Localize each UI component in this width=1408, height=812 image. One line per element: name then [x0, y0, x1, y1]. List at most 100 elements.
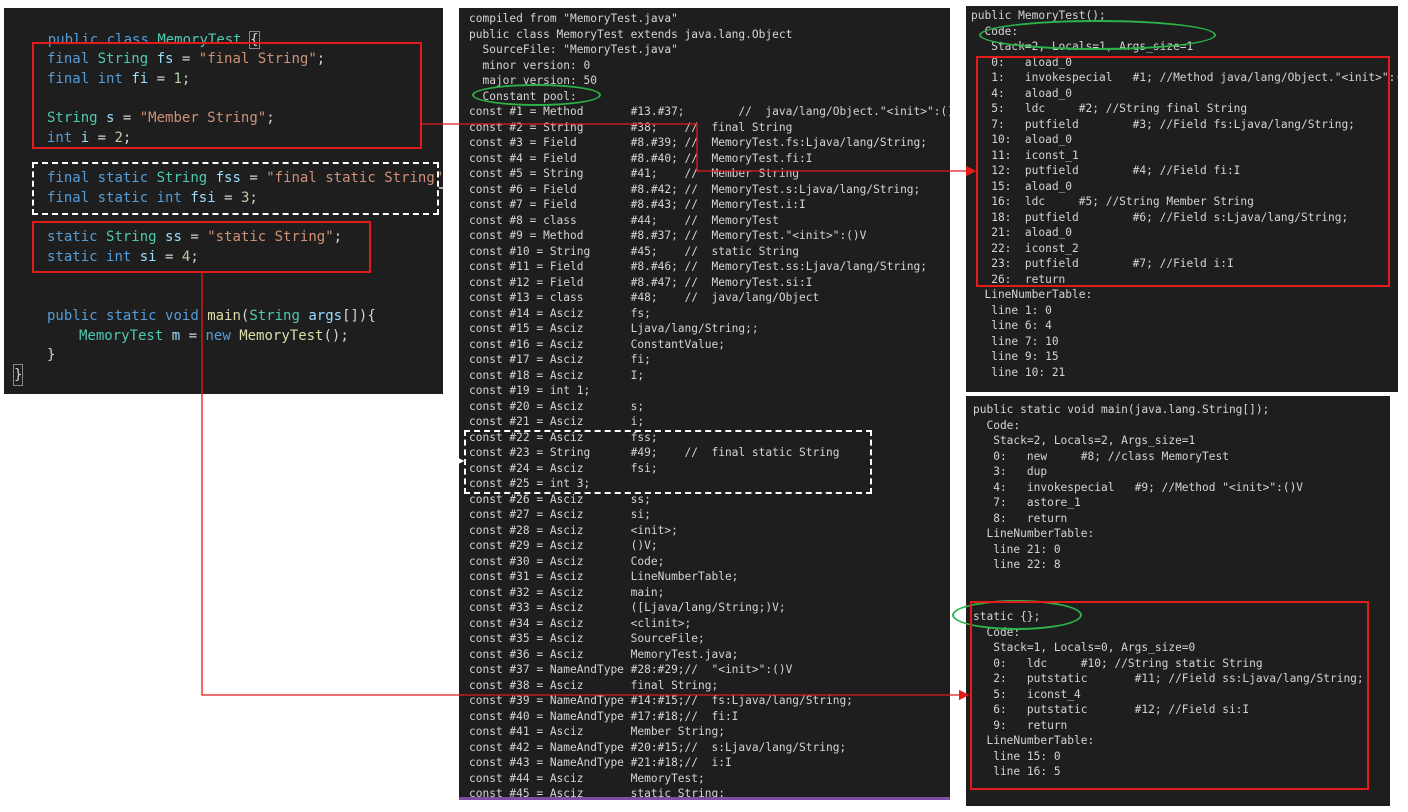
- constructor-bytecode-line: Stack=2, Locals=1, Args_size=1: [971, 40, 1194, 53]
- main-bytecode-line: Code:: [973, 418, 1021, 432]
- constructor-bytecode-line: 4: aload_0: [971, 86, 1073, 100]
- constant-pool-entry: const #24 = Asciz fsi;: [469, 461, 658, 475]
- static-bytecode-line: 9: return: [973, 718, 1068, 732]
- static-bytecode-line: LineNumberTable:: [973, 734, 1095, 747]
- constant-pool-entry: const #33 = Asciz ([Ljava/lang/String;)V…: [469, 601, 786, 614]
- field-fss-line: final static String fss = "final static …: [47, 170, 443, 186]
- constant-pool-entry: const #12 = Field #8.#47; // MemoryTest.…: [469, 275, 813, 289]
- field-s-line: String s = "Member String";: [47, 110, 275, 126]
- constructor-bytecode-panel: public MemoryTest(); Code: Stack=2, Loca…: [966, 6, 1398, 392]
- constant-pool-entry: const #41 = Asciz Member String;: [469, 725, 725, 738]
- main-bytecode-line: line 22: 8: [973, 558, 1061, 571]
- constructor-bytecode-line: 1: invokespecial #1; //Method java/lang/…: [971, 71, 1398, 84]
- constant-pool-header-line: compiled from "MemoryTest.java": [469, 12, 678, 25]
- constant-pool-entry: const #15 = Asciz Ljava/lang/String;;: [469, 322, 759, 335]
- constructor-bytecode-line: 11: iconst_1: [971, 148, 1079, 162]
- constructor-bytecode-line: public MemoryTest();: [971, 9, 1106, 22]
- constant-pool-panel: compiled from "MemoryTest.java" public cl…: [459, 8, 950, 800]
- constant-pool-entry: const #39 = NameAndType #14:#15;// fs:Lj…: [469, 694, 853, 707]
- main-bytecode-line: line 21: 0: [973, 542, 1061, 556]
- constant-pool-entry: const #4 = Field #8.#40; // MemoryTest.f…: [469, 151, 813, 165]
- constructor-bytecode-line: line 10: 21: [971, 365, 1066, 379]
- field-i-line: int i = 2;: [47, 130, 132, 146]
- constant-pool-entry: const #8 = class #44; // MemoryTest: [469, 213, 779, 227]
- constructor-bytecode-line: line 9: 15: [971, 350, 1059, 363]
- constant-pool-entry: const #29 = Asciz ()V;: [469, 539, 658, 552]
- constructor-bytecode-line: 12: putfield #4; //Field fi:I: [971, 164, 1241, 177]
- constant-pool-entry: const #30 = Asciz Code;: [469, 554, 665, 568]
- field-fsi-line: final static int fsi = 3;: [47, 190, 258, 206]
- main-bytecode-line: 8: return: [973, 511, 1068, 525]
- constant-pool-entry: const #42 = NameAndType #20:#15;// s:Lja…: [469, 740, 847, 754]
- constructor-bytecode-line: 23: putfield #7; //Field i:I: [971, 257, 1234, 270]
- constant-pool-entry: const #37 = NameAndType #28:#29;// "<ini…: [469, 663, 793, 676]
- constructor-bytecode-line: 16: ldc #5; //String Member String: [971, 195, 1254, 208]
- field-fs-line: final String fs = "final String";: [47, 51, 326, 67]
- constant-pool-entry: const #7 = Field #8.#43; // MemoryTest.i…: [469, 198, 806, 211]
- constant-pool-entry: const #21 = Asciz i;: [469, 415, 645, 428]
- constant-pool-entry: const #32 = Asciz main;: [469, 585, 665, 599]
- constant-pool-entry: const #44 = Asciz MemoryTest;: [469, 771, 705, 785]
- constant-pool-entry: const #11 = Field #8.#46; // MemoryTest.…: [469, 260, 928, 273]
- main-bytecode-line: 4: invokespecial #9; //Method "<init>":(…: [973, 480, 1304, 494]
- constructor-bytecode-line: 22: iconst_2: [971, 241, 1079, 255]
- constructor-bytecode-line: 0: aload_0: [971, 55, 1073, 69]
- static-bytecode-line: 2: putstatic #11; //Field ss:Ljava/lang/…: [973, 672, 1364, 685]
- static-bytecode-line: 6: putstatic #12; //Field si:I: [973, 703, 1250, 716]
- main-bytecode-line: 7: astore_1: [973, 496, 1081, 509]
- static-bytecode-line: Stack=1, Locals=0, Args_size=0: [973, 641, 1196, 654]
- constant-pool-entry: const #23 = String #49; // final static …: [469, 446, 840, 459]
- constant-pool-entry: const #25 = int 3;: [469, 477, 591, 490]
- class-close-brace: }: [12, 364, 24, 386]
- constant-pool-header-line: Constant pool:: [469, 89, 577, 103]
- constant-pool-entry: const #6 = Field #8.#42; // MemoryTest.s…: [469, 182, 921, 196]
- main-bytecode-line: 3: dup: [973, 465, 1048, 478]
- constant-pool-entry: const #22 = Asciz fss;: [469, 430, 658, 444]
- constant-pool-entry: const #20 = Asciz s;: [469, 399, 645, 413]
- main-bytecode-line: 0: new #8; //class MemoryTest: [973, 449, 1229, 463]
- static-bytecode-line: static {};: [973, 610, 1041, 623]
- constant-pool-entry: const #35 = Asciz SourceFile;: [469, 632, 705, 645]
- field-ss-line: static String ss = "static String";: [47, 229, 343, 245]
- constant-pool-header-line: SourceFile: "MemoryTest.java": [469, 43, 678, 56]
- constructor-bytecode-line: line 6: 4: [971, 319, 1052, 332]
- constant-pool-header-line: public class MemoryTest extends java.lan…: [469, 27, 793, 41]
- new-instance-line: MemoryTest m = new MemoryTest();: [79, 328, 349, 344]
- constant-pool-entry: const #27 = Asciz si;: [469, 508, 651, 521]
- method-close-brace: }: [47, 347, 56, 363]
- constant-pool-entry: const #31 = Asciz LineNumberTable;: [469, 570, 739, 583]
- source-code-panel: public class MemoryTest { final String f…: [4, 8, 443, 394]
- static-bytecode-line: line 15: 0: [973, 749, 1061, 763]
- constant-pool-entry: const #26 = Asciz ss;: [469, 492, 651, 506]
- field-fi-line: final int fi = 1;: [47, 71, 191, 87]
- constructor-bytecode-line: line 7: 10: [971, 334, 1059, 348]
- constant-pool-entry: const #40 = NameAndType #17:#18;// fi:I: [469, 709, 739, 723]
- constructor-bytecode-line: 7: putfield #3; //Field fs:Ljava/lang/St…: [971, 117, 1355, 131]
- constant-pool-entry: const #3 = Field #8.#39; // MemoryTest.f…: [469, 136, 928, 149]
- main-method-line: public static void main(String args[]){: [47, 308, 376, 324]
- constant-pool-entry: const #28 = Asciz <init>;: [469, 523, 678, 537]
- constructor-bytecode-line: 21: aload_0: [971, 226, 1073, 239]
- constant-pool-header-line: minor version: 0: [469, 58, 591, 72]
- main-static-bytecode-panel: public static void main(java.lang.String…: [966, 396, 1390, 806]
- static-bytecode-line: 0: ldc #10; //String static String: [973, 656, 1263, 670]
- constructor-bytecode-line: 5: ldc #2; //String final String: [971, 102, 1248, 115]
- constructor-bytecode-line: Code:: [971, 24, 1019, 38]
- main-bytecode-line: Stack=2, Locals=2, Args_size=1: [973, 434, 1196, 447]
- constant-pool-entry: const #18 = Asciz I;: [469, 368, 645, 382]
- constructor-bytecode-line: line 1: 0: [971, 303, 1052, 317]
- constant-pool-entry: const #1 = Method #13.#37; // java/lang/…: [469, 105, 950, 118]
- constant-pool-entry: const #43 = NameAndType #21:#18;// i:I: [469, 756, 732, 769]
- constant-pool-entry: const #34 = Asciz <clinit>;: [469, 616, 692, 630]
- constant-pool-header-line: major version: 50: [469, 74, 597, 87]
- main-bytecode-line: LineNumberTable:: [973, 527, 1095, 540]
- constant-pool-entry: const #17 = Asciz fi;: [469, 353, 651, 366]
- static-bytecode-line: 5: iconst_4: [973, 687, 1081, 701]
- constructor-bytecode-line: 15: aload_0: [971, 179, 1073, 193]
- constructor-bytecode-line: LineNumberTable:: [971, 288, 1093, 301]
- constant-pool-entry: const #36 = Asciz MemoryTest.java;: [469, 647, 739, 661]
- constant-pool-entry: const #14 = Asciz fs;: [469, 306, 651, 320]
- constant-pool-entry: const #19 = int 1;: [469, 384, 591, 397]
- panel-bottom-accent: [459, 797, 950, 800]
- constant-pool-entry: const #5 = String #41; // Member String: [469, 167, 800, 180]
